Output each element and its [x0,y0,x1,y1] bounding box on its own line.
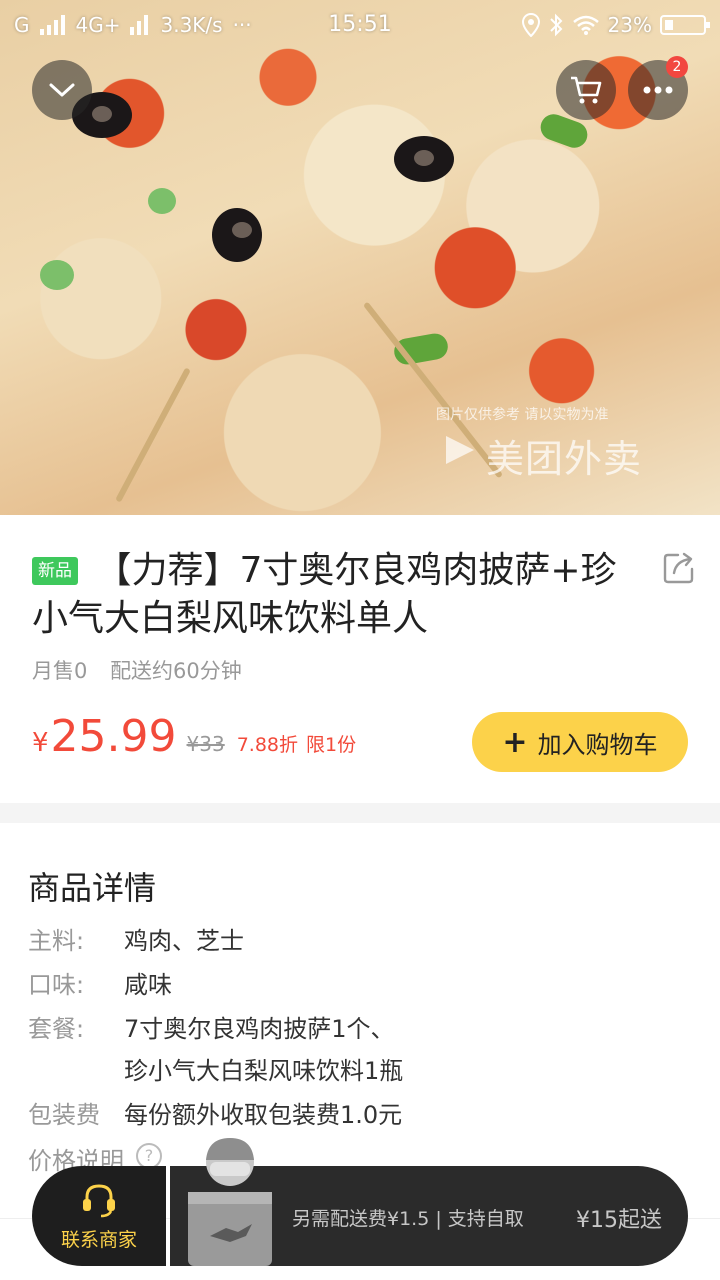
status-bar: G 4G+ 3.3K/s ··· 15:51 23% [0,0,720,50]
slice-line [115,367,191,503]
product-meta: 月售0 配送约60分钟 [32,655,242,685]
collapse-button[interactable] [32,60,92,120]
olive-decoration [212,208,262,262]
detail-value: 7寸奥尔良鸡肉披萨1个、 [124,1015,395,1043]
add-to-cart-button[interactable]: + 加入购物车 [472,712,688,772]
detail-key: 主料: [28,927,85,955]
cart-icon [571,76,602,104]
detail-key: 包装费 [28,1101,100,1129]
notification-badge: 2 [666,56,688,78]
detail-key: 套餐: [28,1015,85,1043]
pea-decoration [148,188,176,214]
watermark-note: 图片仅供参考 请以实物为准 [436,407,609,423]
watermark-brand: 美团外卖 [486,437,643,481]
detail-value: 鸡肉、芝士 [124,927,244,955]
detail-value: 咸味 [124,971,172,999]
details-title: 商品详情 [28,869,157,907]
price-row: ¥ 25.99 ¥33 7.88折 限1份 [32,711,356,762]
delivery-courier-icon [188,1138,272,1266]
detail-row-ingredients: 主料: 鸡肉、芝士 [28,923,244,959]
detail-key [28,1053,124,1089]
add-to-cart-label: 加入购物车 [537,730,658,759]
cart-button[interactable] [556,60,616,120]
minimum-order: ¥15起送 [576,1208,662,1233]
detail-row-flavor: 口味: 咸味 [28,967,172,1003]
product-info: 新品 【力荐】7寸奥尔良鸡肉披萨+珍小气大白梨风味饮料单人 月售0 配送约60分… [0,515,720,803]
plus-icon: + [502,724,528,760]
chevron-down-icon [49,83,75,97]
discount-label: 7.88折 [236,734,299,756]
delivery-fee-note: 另需配送费¥1.5 | 支持自取 [292,1208,524,1230]
more-button[interactable]: 2 [628,56,688,120]
detail-value: 每份额外收取包装费1.0元 [124,1101,403,1129]
contact-merchant-button[interactable]: 联系商家 [32,1166,166,1266]
headset-icon [83,1183,115,1217]
price-symbol: ¥ [32,728,49,758]
contact-label: 联系商家 [60,1228,137,1251]
detail-value: 珍小气大白梨风味饮料1瓶 [124,1057,404,1085]
more-icon [643,86,673,94]
share-icon[interactable] [662,551,696,585]
detail-row-combo-cont: 珍小气大白梨风味饮料1瓶 [28,1053,403,1089]
new-tag: 新品 [32,557,78,585]
product-details: 商品详情 主料: 鸡肉、芝士 口味: 咸味 套餐: 7寸奥尔良鸡肉披萨1个、 珍… [0,823,720,1223]
clock: 15:51 [328,12,392,37]
product-title: 【力荐】7寸奥尔良鸡肉披萨+珍小气大白梨风味饮料单人 [32,550,617,639]
slice-line [362,301,504,479]
section-divider [0,803,720,823]
detail-row-combo: 套餐: 7寸奥尔良鸡肉披萨1个、 [28,1011,395,1047]
monthly-sales: 月售0 [32,659,88,683]
purchase-limit: 限1份 [306,734,357,756]
product-title-row: 新品 【力荐】7寸奥尔良鸡肉披萨+珍小气大白梨风味饮料单人 [32,547,642,643]
olive-decoration [394,136,454,182]
detail-row-packaging: 包装费 每份额外收取包装费1.0元 [28,1097,402,1133]
pea-decoration [40,260,74,290]
detail-key: 口味: [28,971,85,999]
original-price: ¥33 [186,732,225,756]
watermark-logo-icon [446,436,474,464]
battery-icon [660,15,710,35]
delivery-time: 配送约60分钟 [110,659,242,683]
price: 25.99 [50,711,177,762]
